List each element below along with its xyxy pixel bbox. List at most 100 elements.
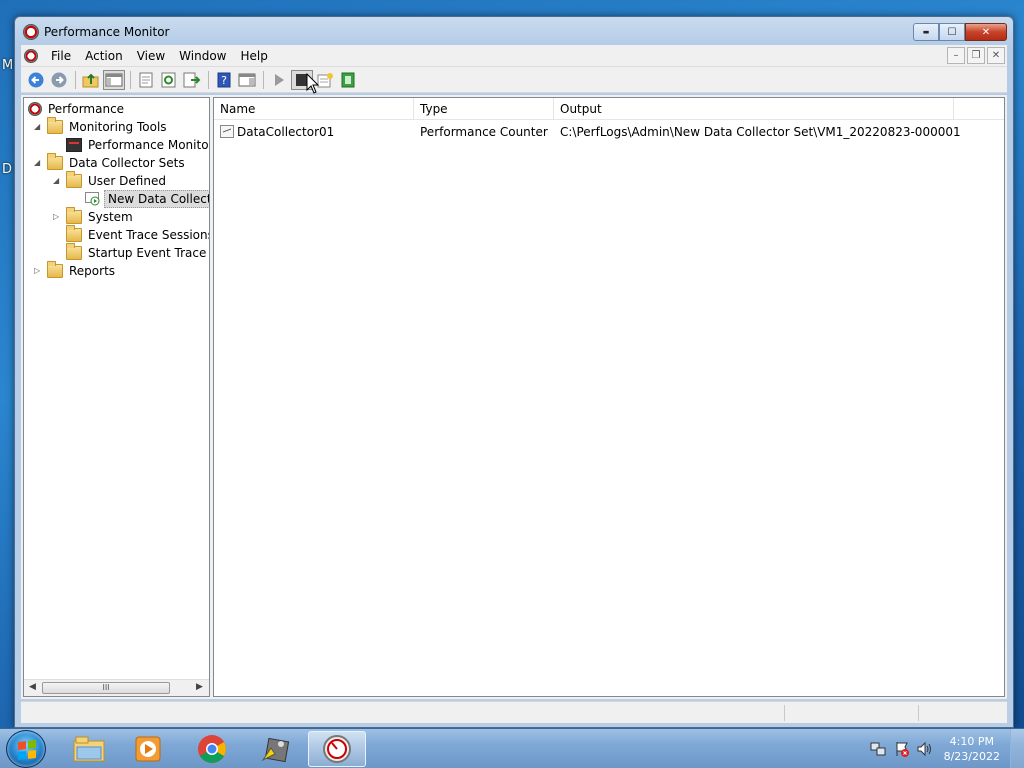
folder-icon bbox=[47, 117, 63, 134]
tree-horizontal-scrollbar[interactable]: ◀ III ▶ bbox=[24, 679, 209, 696]
show-hide-console-tree-button[interactable] bbox=[103, 69, 125, 90]
tree-node-reports[interactable]: Reports bbox=[47, 261, 118, 280]
menu-window[interactable]: Window bbox=[172, 49, 233, 63]
desktop-icon-label-d: D bbox=[2, 162, 13, 177]
column-header-name[interactable]: Name bbox=[214, 98, 414, 120]
folder-system-icon bbox=[66, 207, 82, 224]
tree-node-label: System bbox=[88, 210, 133, 224]
performance-monitor-icon[interactable] bbox=[23, 24, 39, 40]
data-collector-icon bbox=[220, 125, 234, 138]
folder-icon bbox=[47, 153, 63, 170]
scroll-left-icon[interactable]: ◀ bbox=[29, 682, 36, 692]
action-center-alert-icon[interactable] bbox=[894, 741, 910, 757]
tree-node-performance[interactable]: Performance bbox=[28, 100, 127, 118]
taskbar-app[interactable] bbox=[246, 731, 304, 767]
performance-icon bbox=[28, 102, 42, 116]
expand-arrow-icon[interactable]: ▷ bbox=[53, 212, 59, 221]
menu-bar: File Action View Window Help – ❐ ✕ bbox=[21, 45, 1007, 67]
tree-node-performance-monitor[interactable]: Performance Monitor bbox=[66, 136, 209, 154]
menu-file[interactable]: File bbox=[44, 49, 78, 63]
up-one-level-button[interactable] bbox=[80, 70, 102, 90]
start-button[interactable] bbox=[6, 730, 46, 768]
system-tray: 4:10 PM 8/23/2022 bbox=[864, 729, 1024, 768]
toolbar: ? bbox=[21, 67, 1007, 93]
collapse-arrow-icon[interactable]: ◢ bbox=[53, 176, 59, 185]
tree-node-data-collector-sets[interactable]: Data Collector Sets bbox=[47, 153, 188, 172]
start-button[interactable] bbox=[268, 70, 290, 90]
toolbar-separator bbox=[263, 70, 264, 89]
taskbar-chrome[interactable] bbox=[183, 731, 241, 767]
taskbar-file-explorer[interactable] bbox=[60, 731, 118, 767]
up-folder-icon bbox=[82, 73, 99, 87]
mdi-caption-buttons: – ❐ ✕ bbox=[947, 47, 1005, 64]
status-divider bbox=[918, 705, 919, 721]
collapse-arrow-icon[interactable]: ◢ bbox=[34, 122, 40, 131]
tree-node-label: Startup Event Trace Ses bbox=[88, 246, 209, 260]
network-icon[interactable] bbox=[870, 741, 886, 757]
show-hide-console-tree-icon bbox=[105, 73, 123, 86]
cell-output: C:\PerfLogs\Admin\New Data Collector Set… bbox=[560, 125, 960, 139]
show-desktop-button[interactable] bbox=[1010, 729, 1024, 768]
minimize-button[interactable]: ▬ bbox=[913, 23, 939, 41]
taskbar-media-player[interactable] bbox=[120, 731, 178, 767]
menu-action[interactable]: Action bbox=[78, 49, 130, 63]
latest-report-icon bbox=[341, 72, 355, 87]
folder-user-icon bbox=[66, 171, 82, 188]
forward-button[interactable] bbox=[48, 70, 70, 90]
folder-report-icon bbox=[47, 261, 63, 278]
maximize-button[interactable]: ☐ bbox=[939, 23, 965, 41]
expand-arrow-icon[interactable]: ▷ bbox=[34, 266, 40, 275]
export-list-button[interactable] bbox=[181, 70, 203, 90]
folder-icon bbox=[66, 225, 82, 242]
cell-name: DataCollector01 bbox=[237, 125, 335, 139]
mdi-close-button[interactable]: ✕ bbox=[987, 47, 1005, 64]
results-list: Name Type Output DataCollector01 Perform… bbox=[213, 97, 1005, 697]
volume-icon[interactable] bbox=[916, 741, 932, 757]
tree-node-system[interactable]: System bbox=[66, 207, 136, 226]
windows-logo-icon bbox=[18, 740, 36, 760]
tree-node-monitoring-tools[interactable]: Monitoring Tools bbox=[47, 117, 170, 136]
file-explorer-icon bbox=[73, 736, 105, 762]
clock-date: 8/23/2022 bbox=[943, 750, 1000, 763]
system-menu-icon[interactable] bbox=[24, 48, 38, 63]
help-button[interactable]: ? bbox=[213, 70, 235, 90]
tree-node-user-defined[interactable]: User Defined bbox=[66, 171, 169, 190]
back-button[interactable] bbox=[25, 70, 47, 90]
cell-type: Performance Counter bbox=[420, 125, 548, 139]
scroll-right-icon[interactable]: ▶ bbox=[196, 682, 203, 692]
clock[interactable]: 4:10 PM 8/23/2022 bbox=[944, 734, 1000, 764]
clock-time: 4:10 PM bbox=[949, 735, 994, 748]
tree-node-new-data-collector-set[interactable]: New Data Collector bbox=[85, 190, 209, 208]
properties-icon bbox=[139, 72, 153, 87]
scrollbar-thumb[interactable]: III bbox=[42, 682, 170, 694]
menu-view[interactable]: View bbox=[130, 49, 172, 63]
minimize-icon: ▬ bbox=[922, 28, 930, 36]
mdi-restore-button[interactable]: ❐ bbox=[967, 47, 985, 64]
title-bar[interactable]: Performance Monitor ▬ ☐ ✕ bbox=[15, 17, 1013, 47]
performance-monitor-icon bbox=[323, 735, 351, 763]
toolbar-separator bbox=[75, 70, 76, 89]
mouse-cursor-icon bbox=[306, 73, 320, 94]
latest-report-button[interactable] bbox=[337, 70, 359, 90]
table-row[interactable]: DataCollector01 Performance Counter C:\P… bbox=[214, 122, 1004, 142]
taskbar-performance-monitor[interactable] bbox=[308, 731, 366, 767]
collapse-arrow-icon[interactable]: ◢ bbox=[34, 158, 40, 167]
content-area: Performance ◢ Monitoring Tools Performan… bbox=[21, 95, 1007, 699]
refresh-button[interactable] bbox=[158, 70, 180, 90]
properties-button[interactable] bbox=[135, 70, 157, 90]
desktop-icon-label-m: M bbox=[2, 58, 14, 73]
list-header: Name Type Output bbox=[214, 98, 1004, 120]
mdi-minimize-button[interactable]: – bbox=[947, 47, 965, 64]
close-button[interactable]: ✕ bbox=[965, 23, 1007, 41]
toolbar-separator bbox=[130, 70, 131, 89]
menu-help[interactable]: Help bbox=[234, 49, 275, 63]
tree-node-startup-event-trace-sessions[interactable]: Startup Event Trace Ses bbox=[66, 243, 209, 262]
column-header-type[interactable]: Type bbox=[414, 98, 554, 120]
tree-node-label: New Data Collector bbox=[104, 190, 209, 208]
tree-node-label: Data Collector Sets bbox=[69, 156, 185, 170]
app-icon bbox=[261, 737, 290, 763]
show-hide-action-pane-button[interactable] bbox=[236, 70, 258, 90]
back-icon bbox=[28, 72, 44, 87]
tree-node-event-trace-sessions[interactable]: Event Trace Sessions bbox=[66, 225, 209, 244]
column-header-output[interactable]: Output bbox=[554, 98, 954, 120]
